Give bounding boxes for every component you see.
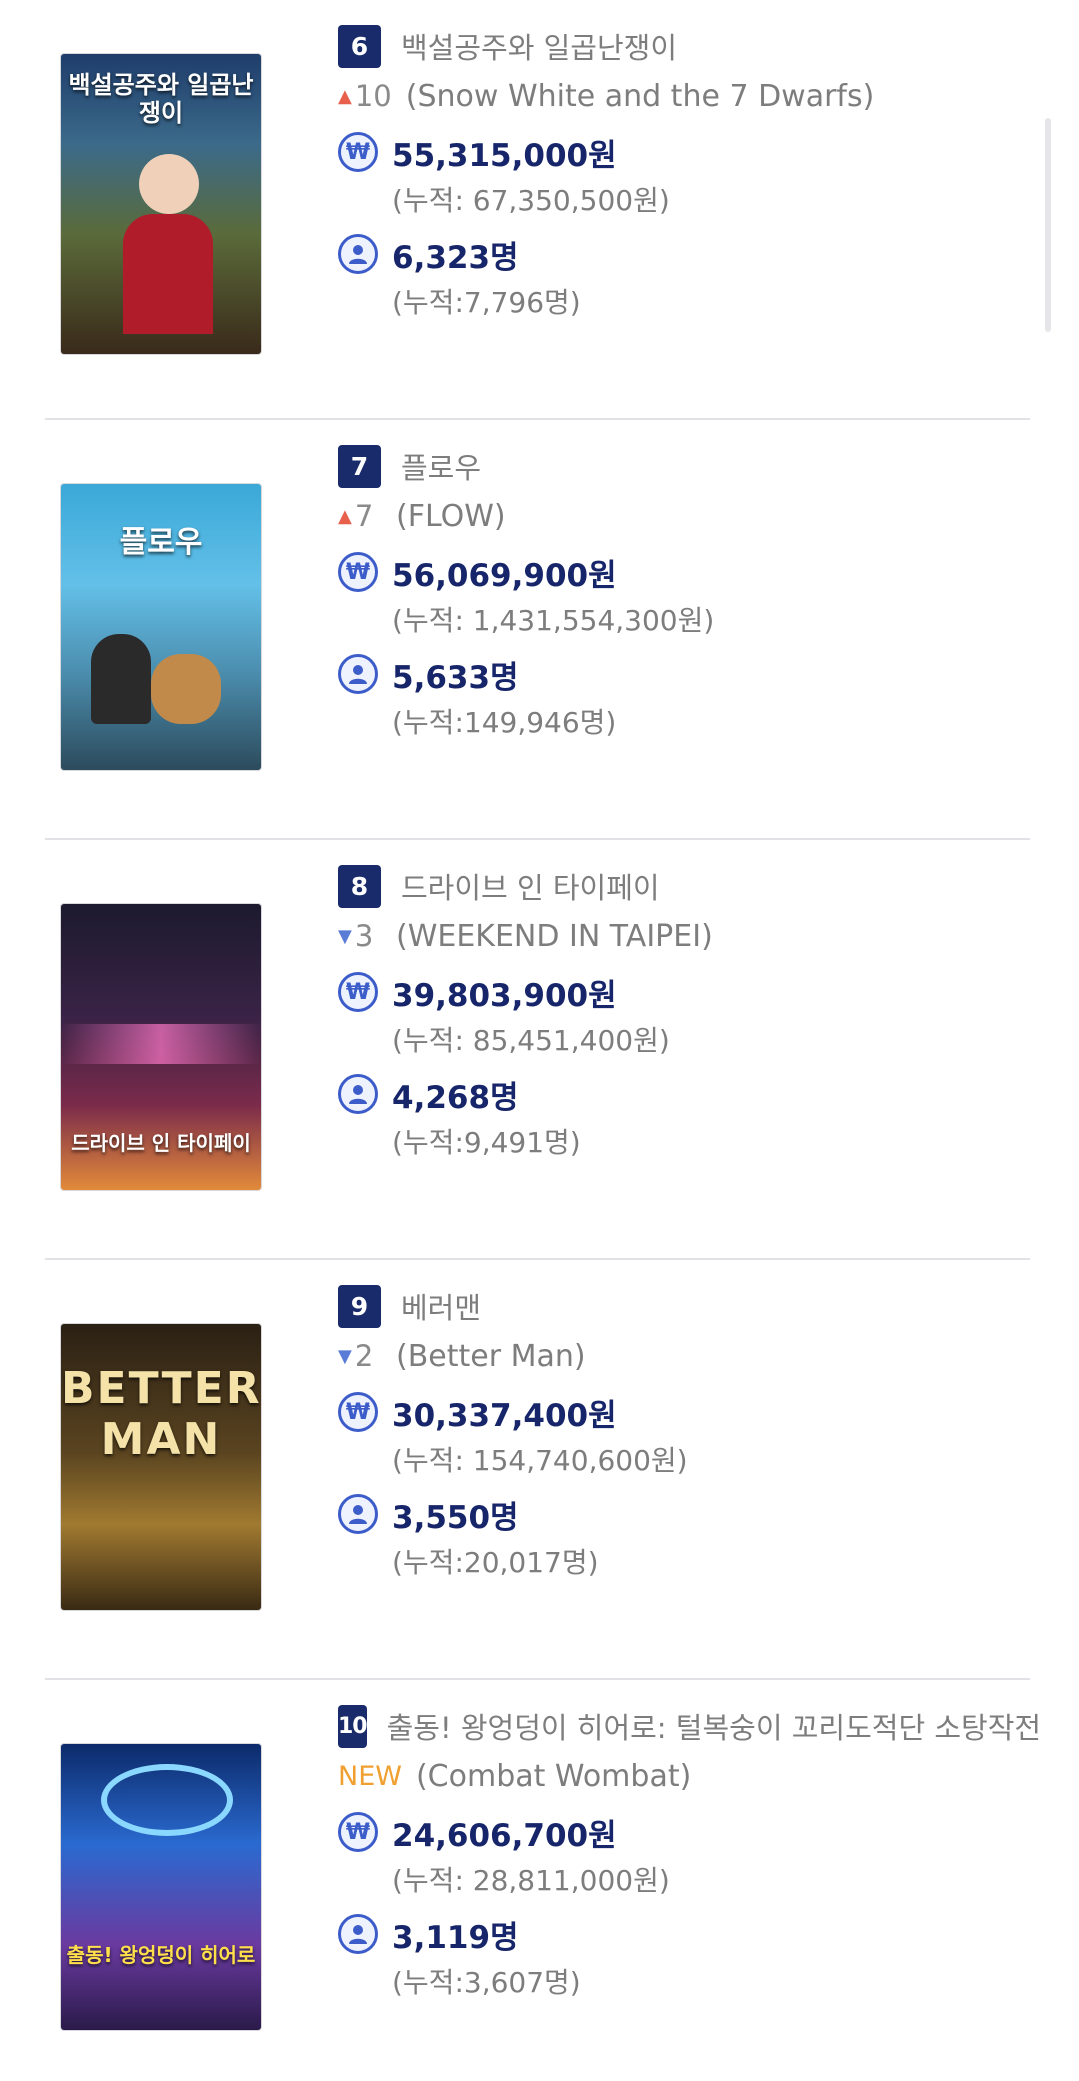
poster-image[interactable]: BETTER MAN <box>61 1324 261 1610</box>
movie-title-korean[interactable]: 출동! 왕엉덩이 히어로: 털복숭이 꼬리도적단 소탕작전 <box>387 1705 1041 1747</box>
audience-count: 5,633명 <box>392 659 519 696</box>
won-icon: ₩ <box>338 132 378 172</box>
poster-title: 드라이브 인 타이페이 <box>71 1131 251 1155</box>
rank-change: ▼ 3 <box>338 919 374 953</box>
rank-badge: 7 <box>338 444 381 488</box>
scrollbar[interactable] <box>1045 118 1051 332</box>
list-item[interactable]: 출동! 왕엉덩이 히어로 10 출동! 왕엉덩이 히어로: 털복숭이 꼬리도적단… <box>45 1680 1041 2081</box>
movie-title-english: (FLOW) <box>396 498 506 534</box>
sales-cumulative: (누적: 85,451,400원) <box>392 1024 670 1057</box>
list-item[interactable]: 백설공주와 일곱난쟁이 6 백설공주와 일곱난쟁이 ▲ 10 (Snow Whi… <box>45 0 1030 420</box>
rank-badge: 10 <box>338 1704 368 1748</box>
poster-title: BETTER MAN <box>61 1363 261 1465</box>
audience-cumulative: (누적:20,017명) <box>392 1546 599 1579</box>
poster-image[interactable]: 플로우 <box>61 484 261 770</box>
won-icon: ₩ <box>338 1812 378 1852</box>
sales-cumulative: (누적: 67,350,500원) <box>392 184 670 217</box>
rank-change: ▲ 10 <box>338 79 392 113</box>
sales-amount: 55,315,000원 <box>392 137 617 174</box>
sales-amount: 24,606,700원 <box>392 1817 617 1854</box>
audience-cumulative: (누적:3,607명) <box>392 1966 581 1999</box>
movie-title-korean[interactable]: 플로우 <box>401 445 481 487</box>
rank-badge: 6 <box>338 24 381 68</box>
audience-count: 3,550명 <box>392 1499 519 1536</box>
poster-image[interactable]: 백설공주와 일곱난쟁이 <box>61 54 261 354</box>
poster-title: 백설공주와 일곱난쟁이 <box>68 71 254 127</box>
won-icon: ₩ <box>338 552 378 592</box>
won-icon: ₩ <box>338 972 378 1012</box>
sales-cumulative: (누적: 154,740,600원) <box>392 1444 688 1477</box>
movie-title-english: (Snow White and the 7 Dwarfs) <box>405 78 875 114</box>
audience-count: 4,268명 <box>392 1079 519 1116</box>
movie-title-english: (Combat Wombat) <box>415 1758 692 1794</box>
list-item[interactable]: 플로우 7 플로우 ▲ 7 (FLOW) ₩ 56,069,900원 (누적: … <box>45 420 1030 840</box>
audience-count: 6,323명 <box>392 239 519 276</box>
audience-cumulative: (누적:9,491명) <box>392 1126 581 1159</box>
arrow-down-icon: ▼ <box>338 1345 352 1367</box>
arrow-up-icon: ▲ <box>338 505 352 527</box>
movie-title-korean[interactable]: 백설공주와 일곱난쟁이 <box>401 25 677 67</box>
sales-amount: 30,337,400원 <box>392 1397 617 1434</box>
list-item[interactable]: 드라이브 인 타이페이 8 드라이브 인 타이페이 ▼ 3 (WEEKEND I… <box>45 840 1030 1260</box>
audience-cumulative: (누적:149,946명) <box>392 706 617 739</box>
sales-cumulative: (누적: 1,431,554,300원) <box>392 604 715 637</box>
poster-image[interactable]: 출동! 왕엉덩이 히어로 <box>61 1744 261 2030</box>
rank-change: ▼ 2 <box>338 1339 374 1373</box>
sales-cumulative: (누적: 28,811,000원) <box>392 1864 670 1897</box>
poster-title: 플로우 <box>119 525 203 560</box>
person-icon <box>338 1074 378 1114</box>
arrow-up-icon: ▲ <box>338 85 352 107</box>
rank-change: ▲ 7 <box>338 499 374 533</box>
rank-badge: 9 <box>338 1284 381 1328</box>
audience-count: 3,119명 <box>392 1919 519 1956</box>
won-icon: ₩ <box>338 1392 378 1432</box>
rank-change-new: NEW <box>338 1760 402 1792</box>
list-item[interactable]: BETTER MAN 9 베러맨 ▼ 2 (Better Man) ₩ 30,3… <box>45 1260 1030 1680</box>
person-icon <box>338 1914 378 1954</box>
sales-amount: 39,803,900원 <box>392 977 617 1014</box>
movie-title-korean[interactable]: 베러맨 <box>401 1285 481 1327</box>
rank-badge: 8 <box>338 864 381 908</box>
person-icon <box>338 234 378 274</box>
arrow-down-icon: ▼ <box>338 925 352 947</box>
movie-title-korean[interactable]: 드라이브 인 타이페이 <box>401 865 660 907</box>
sales-amount: 56,069,900원 <box>392 557 617 594</box>
movie-title-english: (WEEKEND IN TAIPEI) <box>396 918 713 954</box>
person-icon <box>338 1494 378 1534</box>
audience-cumulative: (누적:7,796명) <box>392 286 581 319</box>
movie-title-english: (Better Man) <box>396 1338 586 1374</box>
poster-title: 출동! 왕엉덩이 히어로 <box>66 1943 256 1967</box>
poster-image[interactable]: 드라이브 인 타이페이 <box>61 904 261 1190</box>
person-icon <box>338 654 378 694</box>
